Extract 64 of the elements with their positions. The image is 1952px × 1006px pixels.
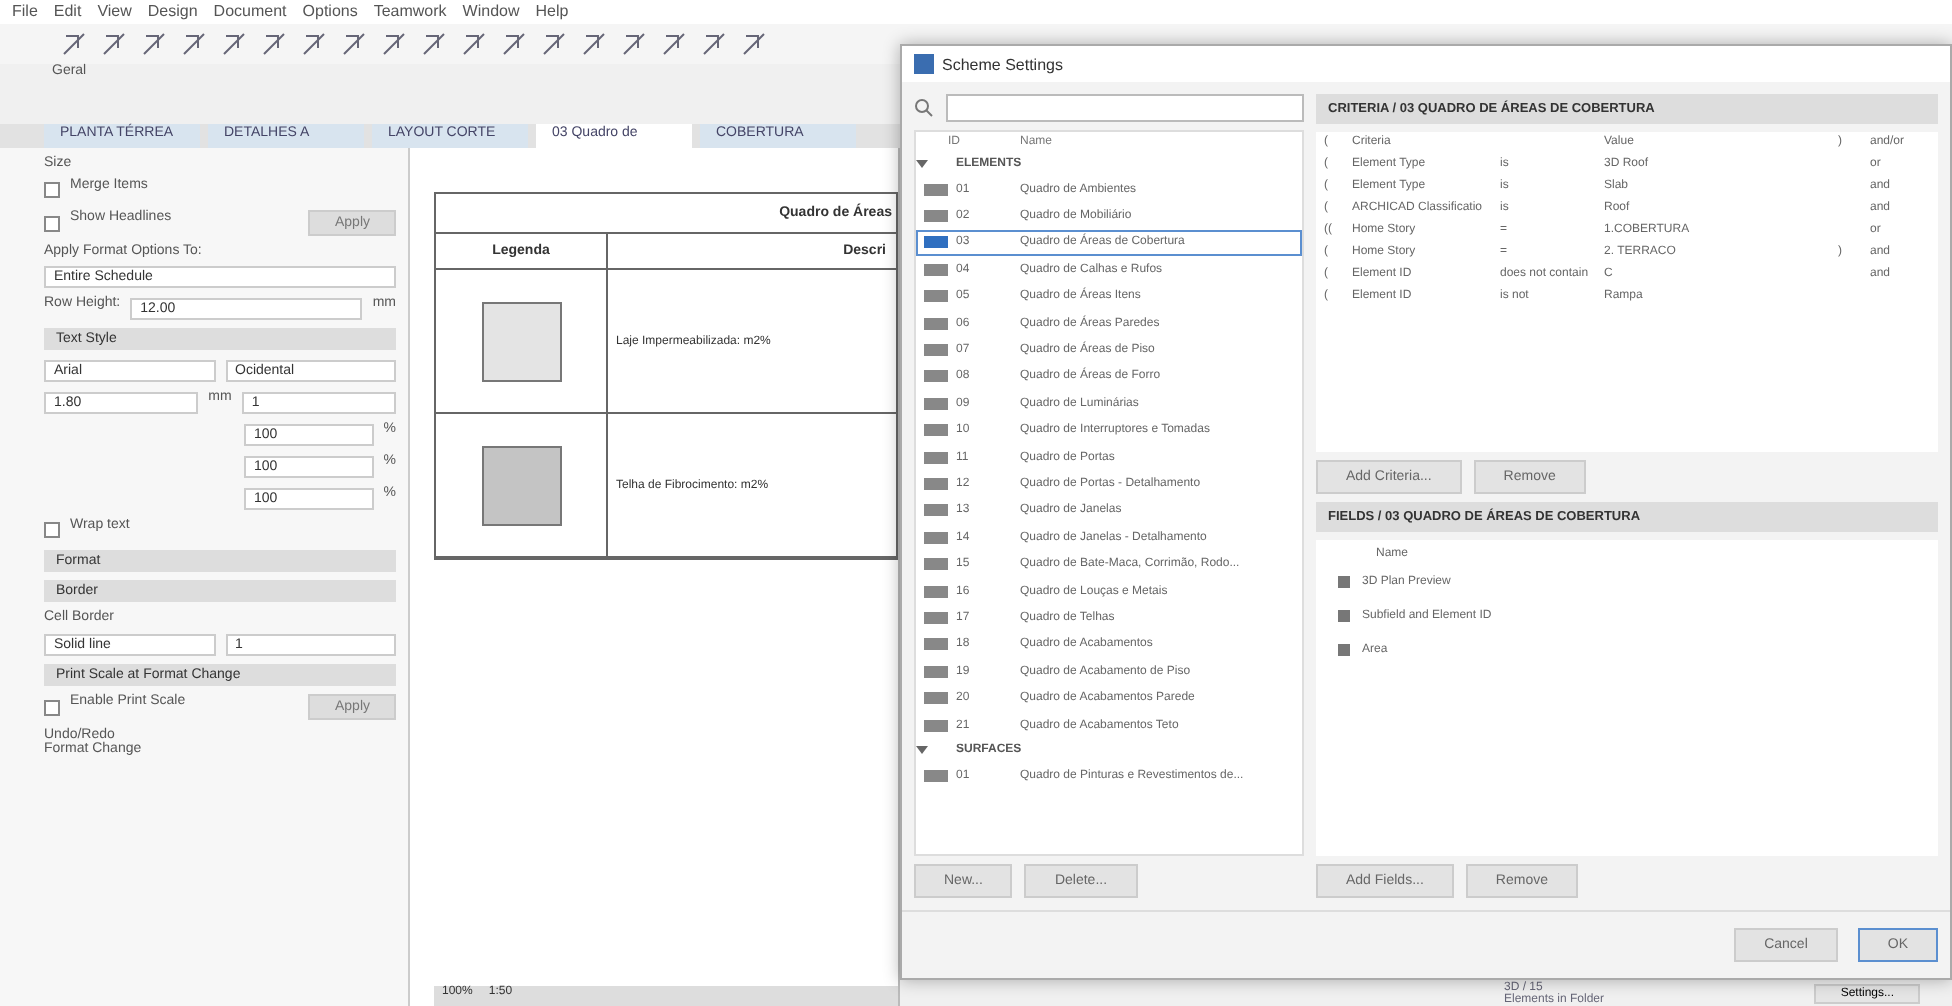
scheme-icon xyxy=(924,611,948,624)
scheme-icon xyxy=(924,290,948,303)
scheme-icon xyxy=(924,665,948,678)
scheme-icon xyxy=(924,236,948,249)
menu-item[interactable]: File xyxy=(12,2,38,22)
scheme-icon xyxy=(924,531,948,544)
scheme-icon xyxy=(924,210,948,223)
tool-icon[interactable] xyxy=(260,30,288,58)
scheme-icon xyxy=(924,769,948,782)
scheme-icon xyxy=(924,504,948,517)
scheme-icon xyxy=(924,370,948,383)
tool-icon[interactable] xyxy=(700,30,728,58)
checkbox[interactable] xyxy=(44,522,60,538)
scheme-icon xyxy=(924,263,948,276)
scheme-icon xyxy=(924,692,948,705)
legend-swatch xyxy=(481,301,561,381)
checkbox[interactable] xyxy=(44,699,60,715)
tool-icon[interactable] xyxy=(620,30,648,58)
menu-item[interactable]: Document xyxy=(213,2,287,22)
search-field[interactable] xyxy=(946,94,1304,122)
app-icon xyxy=(914,54,934,74)
scheme-icon xyxy=(924,558,948,571)
scheme-icon xyxy=(924,477,948,490)
menu-item[interactable]: Options xyxy=(302,2,358,22)
tool-icon[interactable] xyxy=(140,30,168,58)
menu-item[interactable]: Design xyxy=(147,2,198,22)
tool-icon[interactable] xyxy=(60,30,88,58)
tool-icon[interactable] xyxy=(300,30,328,58)
tool-icon[interactable] xyxy=(580,30,608,58)
tool-icon[interactable] xyxy=(420,30,448,58)
expand-arrow-icon[interactable] xyxy=(916,158,928,170)
tool-icon[interactable] xyxy=(460,30,488,58)
scheme-icon xyxy=(924,397,948,410)
checkbox[interactable] xyxy=(44,215,60,231)
field-icon xyxy=(1336,608,1352,624)
scheme-icon xyxy=(924,424,948,437)
menu-item[interactable]: Window xyxy=(462,2,520,22)
expand-arrow-icon[interactable] xyxy=(916,744,928,757)
menu-item[interactable]: Help xyxy=(535,2,569,22)
tool-icon[interactable] xyxy=(500,30,528,58)
menu-item[interactable]: View xyxy=(97,2,132,22)
tool-icon[interactable] xyxy=(380,30,408,58)
scheme-icon xyxy=(924,317,948,330)
scheme-icon xyxy=(924,183,948,196)
scheme-icon xyxy=(924,451,948,464)
search-icon[interactable] xyxy=(914,98,934,118)
tool-icon[interactable] xyxy=(220,30,248,58)
tool-icon[interactable] xyxy=(100,30,128,58)
legend-swatch xyxy=(481,445,561,525)
tool-icon[interactable] xyxy=(740,30,768,58)
scheme-icon xyxy=(924,585,948,598)
tool-icon[interactable] xyxy=(660,30,688,58)
scheme-icon xyxy=(924,719,948,731)
field-icon xyxy=(1336,574,1352,590)
tool-icon[interactable] xyxy=(180,30,208,58)
checkbox[interactable] xyxy=(44,182,60,198)
scheme-icon xyxy=(924,638,948,651)
tool-icon[interactable] xyxy=(540,30,568,58)
scheme-icon xyxy=(924,344,948,357)
dialog-title: Scheme Settings xyxy=(942,55,1063,73)
menu-item[interactable]: Edit xyxy=(53,2,82,22)
field-icon xyxy=(1336,642,1352,658)
tool-icon[interactable] xyxy=(340,30,368,58)
menu-item[interactable]: Teamwork xyxy=(373,2,447,22)
